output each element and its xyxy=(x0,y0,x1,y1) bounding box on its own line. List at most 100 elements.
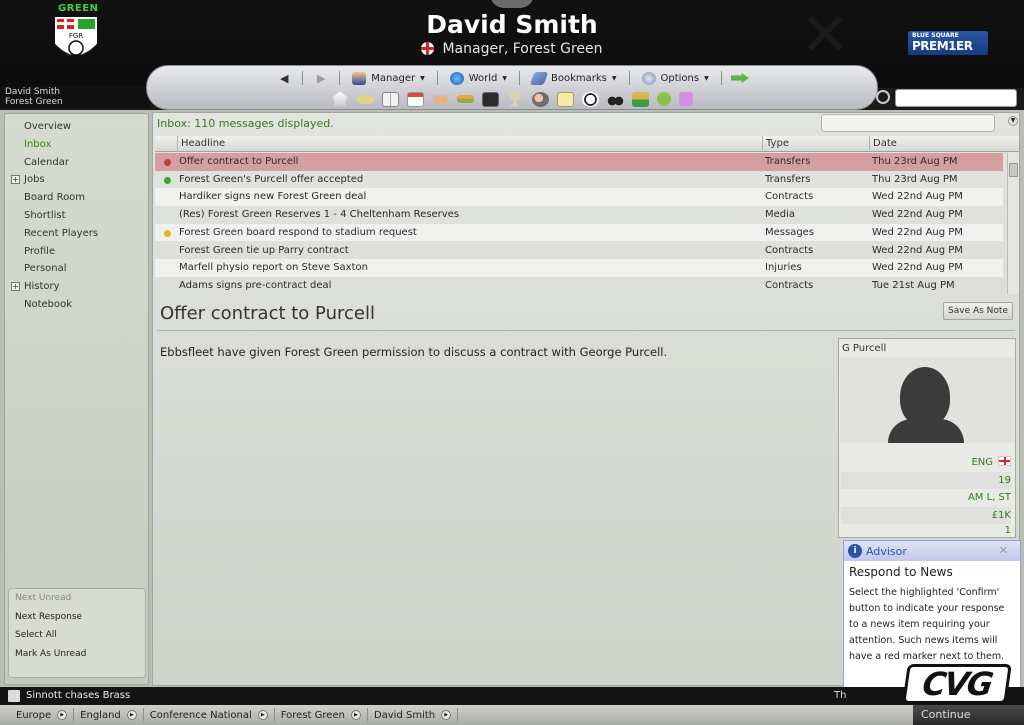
row-type: Transfers xyxy=(765,173,811,185)
player-card[interactable]: G Purcell ENG 19 AM L, ST £1K 1 xyxy=(838,338,1016,538)
row-type: Contracts xyxy=(765,244,814,256)
mark-as-unread-button[interactable]: Mark As Unread xyxy=(9,645,145,664)
ball-icon[interactable] xyxy=(581,91,599,107)
breadcrumb-europe[interactable]: Europe ▶ xyxy=(10,708,75,722)
continue-arrow-icon[interactable] xyxy=(730,73,749,83)
sidebar-item-personal[interactable]: Personal xyxy=(5,260,148,277)
sidebar-item-notebook[interactable]: Notebook xyxy=(5,296,148,313)
menu-manager[interactable]: Manager ▼ xyxy=(349,71,427,85)
breadcrumb-conference-national[interactable]: Conference National ▶ xyxy=(144,708,275,722)
row-type: Contracts xyxy=(765,279,814,291)
staff-icon[interactable] xyxy=(531,91,549,107)
league-logo-big-text: PREM1ER xyxy=(912,39,973,53)
sidebar-item-jobs[interactable]: + Jobs xyxy=(5,171,148,188)
row-type: Injuries xyxy=(765,262,802,274)
chevron-right-icon[interactable]: ▶ xyxy=(257,710,268,720)
chevron-right-icon[interactable]: ▶ xyxy=(441,710,452,720)
calendar-icon[interactable] xyxy=(406,91,424,107)
table-row[interactable]: Marfell physio report on Steve Saxton In… xyxy=(155,259,1003,277)
row-headline: Forest Green board respond to stadium re… xyxy=(179,226,417,238)
row-date: Wed 22nd Aug PM xyxy=(872,209,963,221)
sidebar-item-board-room[interactable]: Board Room xyxy=(5,189,148,206)
menu-world[interactable]: World ▼ xyxy=(447,71,510,85)
news-headline[interactable]: Sinnott chases Brass xyxy=(26,690,130,701)
sidebar-item-label: Shortlist xyxy=(24,210,66,221)
table-row[interactable]: Forest Green tie up Parry contract Contr… xyxy=(155,242,1003,260)
binoculars-icon[interactable] xyxy=(606,91,624,107)
squad-icon[interactable] xyxy=(431,91,449,107)
divider xyxy=(339,71,341,85)
help-icon[interactable] xyxy=(656,92,671,106)
expand-icon[interactable]: + xyxy=(11,282,20,292)
sidebar: Overview Inbox Calendar + Jobs Board Room… xyxy=(4,113,149,685)
chevron-right-icon[interactable]: ▶ xyxy=(350,710,361,720)
column-header-type[interactable]: Type xyxy=(762,136,869,152)
search-input[interactable] xyxy=(895,89,1017,107)
tactics-icon[interactable] xyxy=(481,91,499,107)
inbox-filter-input[interactable] xyxy=(821,114,995,132)
unknown-icon[interactable] xyxy=(678,92,693,106)
menu-options[interactable]: Options ▼ xyxy=(639,71,712,85)
table-row[interactable]: Forest Green board respond to stadium re… xyxy=(155,223,1003,242)
player-stat-a: 1 xyxy=(1004,525,1011,536)
sidebar-item-label: Inbox xyxy=(24,138,52,150)
clipboard-icon[interactable] xyxy=(556,91,574,107)
sidebar-item-recent-players[interactable]: Recent Players xyxy=(5,225,148,242)
breadcrumb-david-smith[interactable]: David Smith ▶ xyxy=(368,708,459,722)
row-date: Wed 22nd Aug PM xyxy=(872,226,963,238)
table-row[interactable]: Offer contract to Purcell Transfers Thu … xyxy=(155,153,1003,171)
table-row[interactable]: Hardiker signs new Forest Green deal Con… xyxy=(155,188,1003,207)
marker-column-header[interactable] xyxy=(155,136,177,152)
next-unread-button[interactable]: Next Unread xyxy=(9,589,145,608)
trophy-icon[interactable] xyxy=(508,91,522,107)
finance-icon[interactable] xyxy=(631,91,649,107)
collapse-header-tab[interactable] xyxy=(490,0,534,8)
menu-bookmarks[interactable]: Bookmarks ▼ xyxy=(529,71,620,85)
sidebar-item-history[interactable]: + History xyxy=(5,278,148,295)
news-ticker: Sinnott chases Brass Th xyxy=(0,687,1024,705)
breadcrumb-forest-green[interactable]: Forest Green ▶ xyxy=(275,708,368,722)
card-icon[interactable] xyxy=(356,94,374,104)
sidebar-item-shortlist[interactable]: Shortlist xyxy=(5,207,148,224)
table-row[interactable]: (Res) Forest Green Reserves 1 - 4 Chelte… xyxy=(155,206,1003,224)
inbox-actions: Next Unread Next Response Select All Mar… xyxy=(8,588,146,678)
sidebar-item-profile[interactable]: Profile xyxy=(5,243,148,260)
continue-button[interactable]: Continue xyxy=(913,705,1024,725)
column-header-date[interactable]: Date xyxy=(869,136,1019,152)
forward-arrow-icon[interactable]: ▶ xyxy=(312,70,330,86)
sidebar-item-inbox[interactable]: Inbox xyxy=(5,136,148,153)
info-icon: i xyxy=(848,544,862,558)
breadcrumb-england[interactable]: England ▶ xyxy=(74,708,144,722)
row-headline: Adams signs pre-contract deal xyxy=(179,279,332,291)
sidebar-item-calendar[interactable]: Calendar xyxy=(5,154,148,171)
transfer-icon[interactable] xyxy=(456,95,474,103)
back-arrow-icon[interactable]: ◀ xyxy=(275,70,293,86)
book-icon[interactable] xyxy=(381,91,399,107)
user-strip: David Smith Forest Green xyxy=(0,86,150,108)
column-header-headline[interactable]: Headline xyxy=(177,136,762,152)
chevron-right-icon[interactable]: ▶ xyxy=(126,710,137,720)
scrollbar-thumb[interactable] xyxy=(1009,163,1018,177)
chevron-down-icon: ▼ xyxy=(704,74,709,82)
player-position: AM L, ST xyxy=(967,492,1011,503)
table-scrollbar[interactable] xyxy=(1007,153,1019,294)
sidebar-item-label: Profile xyxy=(24,245,56,257)
player-nationality: ENG xyxy=(841,454,1011,472)
chevron-right-icon[interactable]: ▶ xyxy=(57,710,68,720)
sidebar-item-overview[interactable]: Overview xyxy=(5,118,148,135)
manager-icon xyxy=(352,71,367,85)
select-all-button[interactable]: Select All xyxy=(9,626,145,645)
save-as-note-button[interactable]: Save As Note xyxy=(943,302,1013,320)
table-row[interactable]: Adams signs pre-contract deal Contracts … xyxy=(155,277,1003,295)
next-response-button[interactable]: Next Response xyxy=(9,608,145,627)
bookmark-icon xyxy=(529,71,549,85)
manager-role: Manager, Forest Green xyxy=(0,41,1024,57)
home-icon[interactable] xyxy=(331,91,349,107)
close-icon[interactable]: ✕ xyxy=(999,544,1008,557)
panel-menu-icon[interactable]: ▼ xyxy=(1008,116,1018,126)
table-row[interactable]: Forest Green's Purcell offer accepted Tr… xyxy=(155,171,1003,189)
player-name[interactable]: G Purcell xyxy=(842,343,886,354)
toolbar-icons xyxy=(147,90,877,108)
league-logo: BLUE SQUARE PREM1ER xyxy=(908,31,988,55)
expand-icon[interactable]: + xyxy=(11,175,20,185)
